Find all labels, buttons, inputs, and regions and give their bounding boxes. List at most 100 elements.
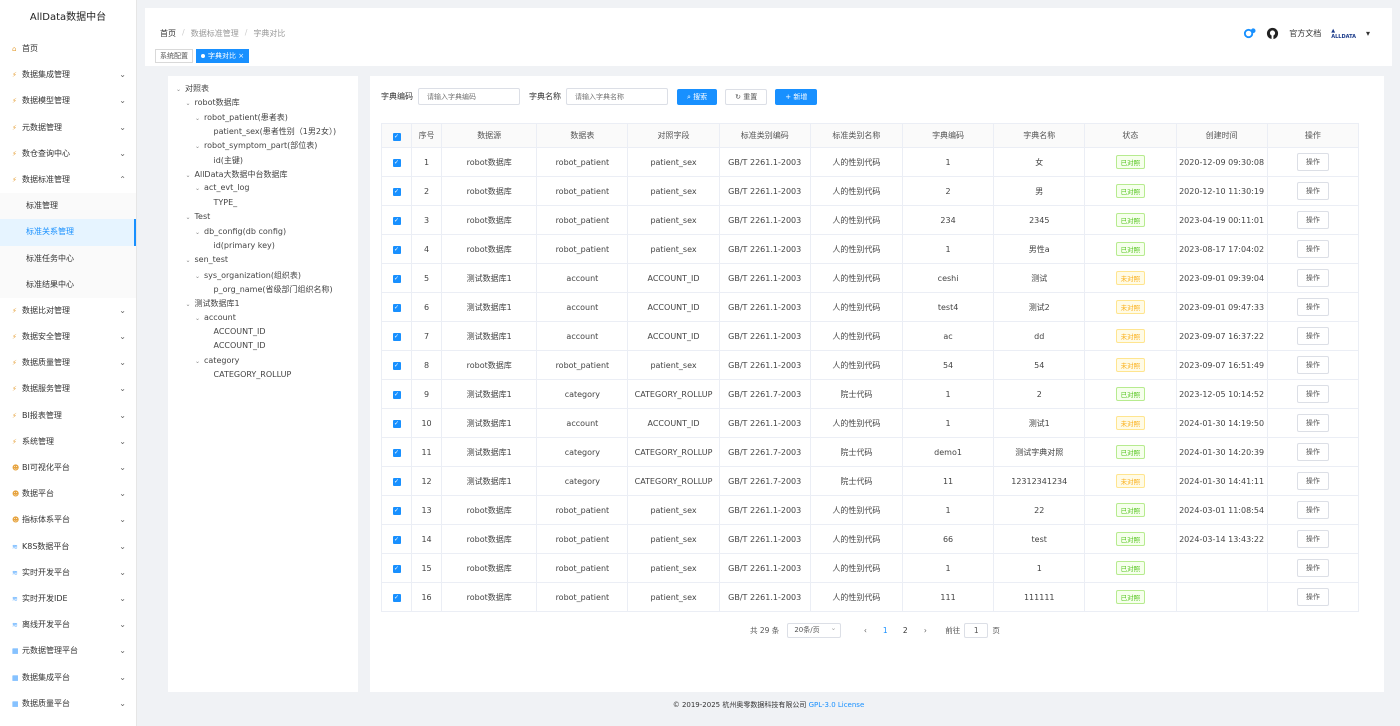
row-select-cell[interactable]: ✓ bbox=[380, 524, 413, 554]
sidebar-item[interactable]: ⚡ BI报表管理 ⌄ bbox=[0, 403, 136, 429]
page-size-select[interactable]: 20条/页 bbox=[787, 622, 842, 638]
tree-expand-icon[interactable]: ⌄ bbox=[195, 229, 204, 236]
sidebar-item[interactable]: ☻ BI可视化平台 ⌄ bbox=[0, 455, 136, 481]
sidebar-item[interactable]: ⚡ 数据比对管理 ⌄ bbox=[0, 298, 136, 324]
row-checkbox[interactable]: ✓ bbox=[392, 333, 401, 341]
row-select-cell[interactable]: ✓ bbox=[380, 379, 413, 409]
row-action-button[interactable]: 操作 bbox=[1296, 501, 1329, 519]
tree-node[interactable]: ⌄ 测试数据库1 bbox=[186, 298, 240, 309]
row-select-cell[interactable]: ✓ bbox=[380, 582, 413, 612]
sidebar-item[interactable]: ⚡ 数据模型管理 ⌄ bbox=[0, 88, 136, 114]
tree-expand-icon[interactable]: ⌄ bbox=[186, 172, 195, 179]
tree-node[interactable]: ⌄ robot数据库 bbox=[186, 97, 240, 108]
tree-node[interactable]: ⌄ AllData大数据中台数据库 bbox=[186, 169, 288, 180]
docs-link[interactable]: 官方文档 bbox=[1289, 28, 1321, 39]
row-checkbox[interactable]: ✓ bbox=[392, 275, 401, 283]
row-select-cell[interactable]: ✓ bbox=[380, 350, 413, 380]
goto-page-input[interactable]: 1 bbox=[964, 623, 989, 638]
caret-down-icon[interactable]: ▾ bbox=[1366, 29, 1370, 38]
row-action-button[interactable]: 操作 bbox=[1296, 298, 1329, 316]
sidebar-item[interactable]: ⌂ 首页 bbox=[0, 36, 136, 62]
github-icon[interactable] bbox=[1266, 27, 1279, 40]
tree-expand-icon[interactable]: ⌄ bbox=[186, 301, 195, 308]
sidebar-item[interactable]: ⚡ 元数据管理 ⌄ bbox=[0, 115, 136, 141]
tree-node[interactable]: patient_sex(患者性别（1男2女）) bbox=[205, 126, 337, 137]
row-select-cell[interactable]: ✓ bbox=[380, 292, 413, 322]
row-select-cell[interactable]: ✓ bbox=[380, 553, 413, 583]
tree-expand-icon[interactable]: ⌄ bbox=[186, 100, 195, 107]
tree-node[interactable]: ACCOUNT_ID bbox=[205, 327, 266, 336]
breadcrumb-section[interactable]: 数据标准管理 bbox=[191, 28, 239, 39]
sidebar-item[interactable]: ≋ 实时开发平台 ⌄ bbox=[0, 560, 136, 586]
row-action-button[interactable]: 操作 bbox=[1296, 559, 1329, 577]
row-checkbox[interactable]: ✓ bbox=[392, 217, 401, 225]
row-action-button[interactable]: 操作 bbox=[1296, 530, 1329, 548]
row-action-button[interactable]: 操作 bbox=[1296, 414, 1329, 432]
tree-expand-icon[interactable]: ⌄ bbox=[186, 214, 195, 221]
row-select-cell[interactable]: ✓ bbox=[380, 205, 413, 235]
row-checkbox[interactable]: ✓ bbox=[392, 391, 401, 399]
tree-node[interactable]: ACCOUNT_ID bbox=[205, 341, 266, 350]
sidebar-item[interactable]: ▦ 数据集成平台 ⌄ bbox=[0, 665, 136, 691]
row-action-button[interactable]: 操作 bbox=[1296, 385, 1329, 403]
next-page-icon[interactable]: › bbox=[915, 626, 935, 635]
sidebar-subitem[interactable]: 标准结果中心 bbox=[0, 271, 136, 298]
row-checkbox[interactable]: ✓ bbox=[392, 449, 401, 457]
tree-node[interactable]: ⌄ db_config(db config) bbox=[195, 227, 286, 236]
select-all-cell[interactable]: ✓ bbox=[380, 123, 413, 148]
sidebar-item[interactable]: ⚡ 数据质量管理 ⌄ bbox=[0, 350, 136, 376]
sidebar-item[interactable]: ⚡ 数据安全管理 ⌄ bbox=[0, 324, 136, 350]
row-checkbox[interactable]: ✓ bbox=[392, 565, 401, 573]
tree-node[interactable]: ⌄ 对照表 bbox=[176, 83, 209, 94]
row-action-button[interactable]: 操作 bbox=[1296, 211, 1329, 229]
tree-expand-icon[interactable]: ⌄ bbox=[176, 86, 185, 93]
sidebar-subitem[interactable]: 标准任务中心 bbox=[0, 245, 136, 272]
row-checkbox[interactable]: ✓ bbox=[392, 536, 401, 544]
row-action-button[interactable]: 操作 bbox=[1296, 153, 1329, 171]
tag-dict-compare[interactable]: 字典对比 × bbox=[196, 49, 250, 63]
row-select-cell[interactable]: ✓ bbox=[380, 466, 413, 496]
row-select-cell[interactable]: ✓ bbox=[380, 147, 413, 177]
close-icon[interactable]: × bbox=[238, 52, 244, 60]
row-select-cell[interactable]: ✓ bbox=[380, 263, 413, 293]
tree-expand-icon[interactable]: ⌄ bbox=[195, 115, 204, 122]
tree-node[interactable]: id(primary key) bbox=[205, 241, 275, 250]
sidebar-subitem[interactable]: 标准关系管理 bbox=[0, 219, 136, 246]
tree-node[interactable]: ⌄ sen_test bbox=[186, 255, 229, 264]
tree-node[interactable]: ⌄ account bbox=[195, 313, 236, 322]
page-2[interactable]: 2 bbox=[895, 626, 915, 635]
sidebar-subitem[interactable]: 标准管理 bbox=[0, 193, 136, 220]
row-checkbox[interactable]: ✓ bbox=[392, 420, 401, 428]
sidebar-item[interactable]: ≋ 离线开发平台 ⌄ bbox=[0, 612, 136, 638]
row-checkbox[interactable]: ✓ bbox=[392, 246, 401, 254]
sidebar-item[interactable]: ☻ 指标体系平台 ⌄ bbox=[0, 507, 136, 533]
sidebar-item[interactable]: ≋ K8S数据平台 ⌄ bbox=[0, 534, 136, 560]
row-checkbox[interactable]: ✓ bbox=[392, 507, 401, 515]
row-select-cell[interactable]: ✓ bbox=[380, 234, 413, 264]
row-select-cell[interactable]: ✓ bbox=[380, 176, 413, 206]
sidebar-item[interactable]: ▦ 数据质量平台 ⌄ bbox=[0, 691, 136, 717]
tree-node[interactable]: TYPE_ bbox=[205, 198, 238, 207]
row-checkbox[interactable]: ✓ bbox=[392, 362, 401, 370]
tree-node[interactable]: ⌄ Test bbox=[186, 212, 211, 221]
reset-button[interactable]: ↻ 重置 bbox=[725, 88, 768, 105]
row-action-button[interactable]: 操作 bbox=[1296, 327, 1329, 345]
sidebar-item[interactable]: ⚡ 数据集成管理 ⌄ bbox=[0, 62, 136, 88]
tree-expand-icon[interactable]: ⌄ bbox=[195, 273, 204, 280]
row-checkbox[interactable]: ✓ bbox=[392, 159, 401, 167]
sidebar-item[interactable]: ⚡ 数仓查询中心 ⌄ bbox=[0, 141, 136, 167]
select-all-checkbox[interactable]: ✓ bbox=[392, 132, 401, 141]
row-select-cell[interactable]: ✓ bbox=[380, 495, 413, 525]
row-checkbox[interactable]: ✓ bbox=[392, 304, 401, 312]
tree-node[interactable]: ⌄ act_evt_log bbox=[195, 183, 249, 192]
row-checkbox[interactable]: ✓ bbox=[392, 478, 401, 486]
sidebar-item[interactable]: ⚡ 数据标准管理 ⌃ bbox=[0, 167, 136, 193]
gear-icon[interactable] bbox=[1243, 27, 1256, 40]
license-link[interactable]: GPL-3.0 License bbox=[809, 701, 865, 709]
tree-node[interactable]: ⌄ robot_symptom_part(部位表) bbox=[195, 140, 317, 151]
tree-expand-icon[interactable]: ⌄ bbox=[195, 185, 204, 192]
breadcrumb-home[interactable]: 首页 bbox=[160, 28, 176, 39]
row-action-button[interactable]: 操作 bbox=[1296, 588, 1329, 606]
add-button[interactable]: + 新增 bbox=[775, 88, 818, 105]
tree-expand-icon[interactable]: ⌄ bbox=[195, 358, 204, 365]
